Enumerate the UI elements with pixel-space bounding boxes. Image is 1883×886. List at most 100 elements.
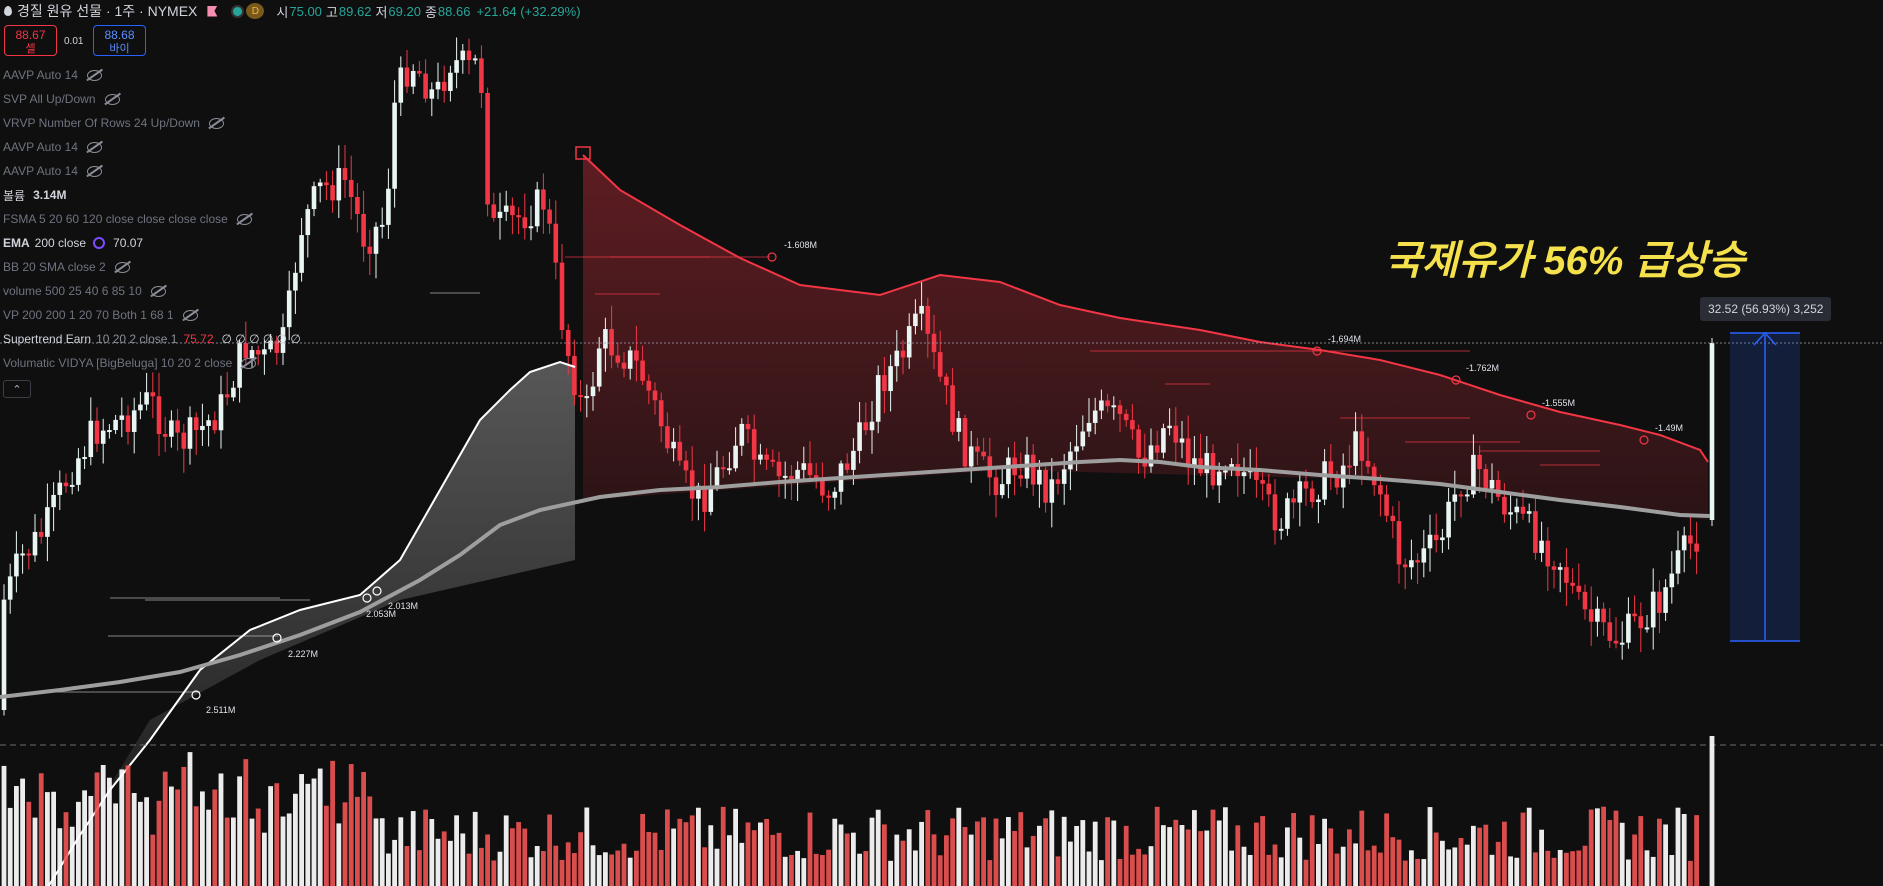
indicator-vp[interactable]: VP 200 200 1 20 70 Both 1 68 1 <box>3 307 198 323</box>
candle-body <box>342 168 348 180</box>
indicator-ema[interactable]: EMA 200 close 70.07 <box>3 235 143 251</box>
candle-body <box>305 209 311 236</box>
candle-body <box>212 420 218 431</box>
eye-hidden-icon[interactable] <box>150 285 166 297</box>
candle-body <box>1427 534 1433 549</box>
volume-bar <box>677 818 683 886</box>
candle-body <box>739 423 745 446</box>
sell-button[interactable]: 88.67 셀 <box>4 25 57 56</box>
candle-body <box>379 224 385 227</box>
volume-bar <box>913 850 918 886</box>
indicator-vidya[interactable]: Volumatic VIDYA [BigBeluga] 10 20 2 clos… <box>3 355 257 371</box>
volume-bar <box>832 818 838 886</box>
volume-bar <box>1601 806 1606 886</box>
candle-body <box>634 350 639 361</box>
candle-body <box>218 394 224 431</box>
candle-body <box>1204 453 1210 474</box>
volume-bar <box>218 773 224 886</box>
candle-body <box>671 441 676 449</box>
volume-bar <box>1502 821 1507 886</box>
candle-body <box>993 477 999 496</box>
candle-body <box>454 60 459 73</box>
eye-hidden-icon[interactable] <box>86 69 102 81</box>
volume-bar <box>844 833 850 886</box>
candle-body <box>683 460 689 471</box>
candle-body <box>1061 469 1067 484</box>
candle-body <box>1688 535 1693 544</box>
eye-hidden-icon[interactable] <box>208 117 224 129</box>
high-value: 89.62 <box>338 3 372 19</box>
indicator-volume[interactable]: 볼륨 3.14M <box>3 187 66 203</box>
volume-bar <box>82 790 87 886</box>
volume-bar <box>1427 807 1433 886</box>
volume-bar <box>1198 831 1203 886</box>
chevron-up-icon: ⌃ <box>12 384 22 396</box>
indicator-aavp-3[interactable]: AAVP Auto 14 <box>3 163 102 179</box>
volume-bar <box>398 817 404 886</box>
volume-bar <box>900 840 906 886</box>
eye-hidden-icon[interactable] <box>241 357 257 369</box>
candle-body <box>175 420 180 433</box>
candle-body <box>627 350 633 369</box>
indicator-aavp-1[interactable]: AAVP Auto 14 <box>3 67 102 83</box>
indicator-supertrend[interactable]: Supertrend Earn 10 20 2 close 1 75.72 ∅ … <box>3 331 301 347</box>
volume-bar <box>1396 839 1402 886</box>
candle-body <box>572 356 577 396</box>
volume-bar <box>51 791 56 886</box>
volume-bar <box>311 778 317 886</box>
candle-body <box>541 189 546 210</box>
volume-bar <box>417 850 422 886</box>
indicator-params: 200 close <box>34 236 87 250</box>
candle-body <box>193 417 199 431</box>
candle-body <box>1322 461 1327 500</box>
pivot-volume-label: -1.555M <box>1542 398 1575 408</box>
volume-bar <box>472 811 478 886</box>
eye-hidden-icon[interactable] <box>182 309 198 321</box>
indicator-vrvp[interactable]: VRVP Number Of Rows 24 Up/Down <box>3 115 224 131</box>
indicator-aavp-2[interactable]: AAVP Auto 14 <box>3 139 102 155</box>
volume-bar <box>268 786 273 886</box>
candle-body <box>1291 498 1296 503</box>
indicator-bb[interactable]: BB 20 SMA close 2 <box>3 259 130 275</box>
volume-bar <box>1185 829 1191 886</box>
candle-body <box>1223 470 1228 473</box>
candle-body <box>801 463 807 470</box>
volume-bar <box>1384 813 1389 886</box>
candle-body <box>733 445 738 469</box>
volume-bar <box>1291 813 1296 886</box>
volume-bar <box>45 792 50 886</box>
volume-bar <box>1688 860 1693 886</box>
indicator-volume-custom[interactable]: volume 500 25 40 6 85 10 <box>3 283 166 299</box>
pivot-volume-label: -1.762M <box>1466 363 1499 373</box>
candle-body <box>336 168 342 201</box>
candle-body <box>1359 431 1365 461</box>
eye-hidden-icon[interactable] <box>114 261 130 273</box>
volume-bar <box>1061 816 1067 886</box>
candle-body <box>1582 591 1588 610</box>
candle-body <box>38 531 44 537</box>
buy-button[interactable]: 88.68 바이 <box>93 25 146 56</box>
volume-bar <box>522 828 528 886</box>
candle-body <box>1607 622 1613 641</box>
candle-body <box>1421 548 1427 563</box>
collapse-legend-button[interactable]: ⌃ <box>3 380 31 398</box>
symbol-title[interactable]: 경질 원유 선물 · 1주 · NYMEX <box>17 1 197 21</box>
volume-bar <box>336 823 342 886</box>
indicator-fsma[interactable]: FSMA 5 20 60 120 close close close close <box>3 211 252 227</box>
candle-body <box>807 463 813 476</box>
candle-body <box>1508 512 1513 515</box>
eye-hidden-icon[interactable] <box>236 213 252 225</box>
volume-bar <box>584 807 590 886</box>
eye-hidden-icon[interactable] <box>86 141 102 153</box>
eye-hidden-icon[interactable] <box>104 93 120 105</box>
volume-bar <box>993 818 999 886</box>
volume-bar <box>1371 845 1377 886</box>
flag-icon[interactable] <box>207 5 218 17</box>
price-chart[interactable]: -1.608M -1.694M -1.762M -1.555M -1.49M 2.227M… <box>0 0 1883 886</box>
volume-bar <box>919 821 924 886</box>
indicator-svp[interactable]: SVP All Up/Down <box>3 91 120 107</box>
volume-bar <box>175 789 180 886</box>
candle-body <box>293 272 298 291</box>
open-value: 75.00 <box>289 3 322 19</box>
eye-hidden-icon[interactable] <box>86 165 102 177</box>
